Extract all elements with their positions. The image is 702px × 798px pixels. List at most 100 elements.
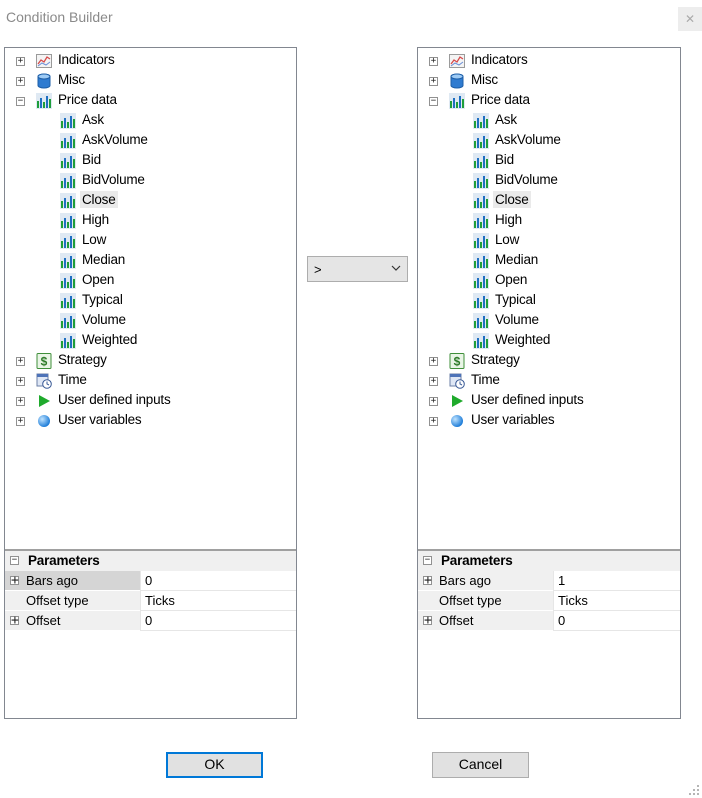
tree-node[interactable]: + Indicators: [5, 51, 296, 71]
left-tree-view[interactable]: + Indicators + Misc − Price data Ask AskVolume B…: [5, 48, 296, 549]
bar-chart-icon: [473, 113, 489, 129]
tree-node[interactable]: Ask: [418, 111, 680, 131]
property-value-cell[interactable]: Ticks: [140, 591, 296, 611]
tree-node[interactable]: + Misc: [418, 71, 680, 91]
tree-node[interactable]: Open: [5, 271, 296, 291]
bar-chart-icon: [473, 333, 489, 349]
property-row[interactable]: + Bars ago 1: [418, 571, 680, 591]
tree-node-label: Strategy: [58, 352, 107, 367]
expand-icon[interactable]: +: [429, 357, 438, 366]
property-value-cell[interactable]: 0: [553, 611, 680, 631]
expand-icon[interactable]: +: [423, 574, 432, 587]
tree-node[interactable]: + User variables: [418, 411, 680, 431]
tree-node[interactable]: Close: [5, 191, 296, 211]
tree-node-label: Median: [495, 252, 539, 267]
parameters-category-header[interactable]: − Parameters: [5, 551, 296, 571]
property-value-cell[interactable]: 0: [140, 611, 296, 631]
tree-node[interactable]: High: [418, 211, 680, 231]
tree-node[interactable]: BidVolume: [418, 171, 680, 191]
expand-icon[interactable]: +: [16, 397, 25, 406]
tree-node-label: Price data: [471, 92, 530, 107]
expand-icon[interactable]: +: [429, 57, 438, 66]
tree-node[interactable]: + User variables: [5, 411, 296, 431]
tree-node[interactable]: + $ Strategy: [5, 351, 296, 371]
expand-icon[interactable]: +: [423, 614, 432, 627]
property-value-cell[interactable]: 1: [553, 571, 680, 591]
database-icon: [36, 73, 52, 89]
collapse-icon[interactable]: −: [423, 556, 432, 565]
property-row[interactable]: Offset type Ticks: [418, 591, 680, 611]
operator-dropdown[interactable]: >: [307, 256, 408, 282]
expand-icon[interactable]: +: [16, 417, 25, 426]
tree-node[interactable]: + User defined inputs: [5, 391, 296, 411]
tree-node[interactable]: Ask: [5, 111, 296, 131]
cancel-button[interactable]: Cancel: [432, 752, 529, 778]
tree-node-label: Time: [471, 372, 500, 387]
tree-node[interactable]: + Indicators: [418, 51, 680, 71]
tree-node-label: Volume: [495, 312, 539, 327]
tree-node-label: User defined inputs: [471, 392, 584, 407]
property-value: 0: [145, 573, 153, 588]
expand-icon[interactable]: +: [16, 77, 25, 86]
resize-grip-icon[interactable]: [688, 784, 700, 796]
tree-node[interactable]: Open: [418, 271, 680, 291]
expand-icon[interactable]: +: [429, 77, 438, 86]
expand-icon[interactable]: +: [429, 397, 438, 406]
tree-node[interactable]: + Time: [5, 371, 296, 391]
tree-node[interactable]: Median: [5, 251, 296, 271]
expand-icon[interactable]: +: [10, 614, 19, 627]
expand-icon[interactable]: +: [16, 357, 25, 366]
tree-node[interactable]: Weighted: [5, 331, 296, 351]
tree-node[interactable]: − Price data: [5, 91, 296, 111]
tree-node-label: Misc: [471, 72, 498, 87]
ok-button[interactable]: OK: [166, 752, 263, 778]
property-row[interactable]: + Bars ago 0: [5, 571, 296, 591]
tree-node[interactable]: BidVolume: [5, 171, 296, 191]
property-row[interactable]: + Offset 0: [418, 611, 680, 631]
expand-icon[interactable]: +: [10, 574, 19, 587]
tree-node[interactable]: Low: [418, 231, 680, 251]
tree-node[interactable]: AskVolume: [5, 131, 296, 151]
tree-node[interactable]: + Time: [418, 371, 680, 391]
tree-node[interactable]: Typical: [418, 291, 680, 311]
property-row[interactable]: Offset type Ticks: [5, 591, 296, 611]
tree-node[interactable]: AskVolume: [418, 131, 680, 151]
operator-value: >: [314, 262, 322, 277]
close-button[interactable]: ✕: [678, 7, 702, 31]
bar-chart-icon: [60, 233, 76, 249]
expand-icon[interactable]: +: [429, 377, 438, 386]
tree-node[interactable]: Low: [5, 231, 296, 251]
tree-node[interactable]: Typical: [5, 291, 296, 311]
tree-node-label: Low: [82, 232, 107, 247]
tree-node[interactable]: Bid: [5, 151, 296, 171]
property-value-cell[interactable]: 0: [140, 571, 296, 591]
tree-node[interactable]: + $ Strategy: [418, 351, 680, 371]
expand-icon[interactable]: +: [429, 417, 438, 426]
property-name-cell: + Offset: [418, 611, 553, 631]
collapse-icon[interactable]: −: [16, 97, 25, 106]
tree-node[interactable]: Volume: [5, 311, 296, 331]
tree-node[interactable]: + Misc: [5, 71, 296, 91]
tree-node[interactable]: − Price data: [418, 91, 680, 111]
expand-icon[interactable]: +: [16, 377, 25, 386]
bar-chart-icon: [473, 173, 489, 189]
property-row[interactable]: + Offset 0: [5, 611, 296, 631]
property-value: Ticks: [145, 593, 175, 608]
parameters-category-header[interactable]: − Parameters: [418, 551, 680, 571]
sphere-icon: [36, 413, 52, 429]
tree-node[interactable]: Median: [418, 251, 680, 271]
right-tree-view[interactable]: + Indicators + Misc − Price data Ask AskVolume B…: [418, 48, 680, 549]
collapse-icon[interactable]: −: [429, 97, 438, 106]
tree-node[interactable]: + User defined inputs: [418, 391, 680, 411]
bar-chart-icon: [60, 173, 76, 189]
svg-text:$: $: [41, 355, 48, 369]
left-parameters-grid: − Parameters + Bars ago 0 Offset type Ticks + Of…: [5, 549, 296, 718]
tree-node[interactable]: High: [5, 211, 296, 231]
property-value-cell[interactable]: Ticks: [553, 591, 680, 611]
tree-node[interactable]: Volume: [418, 311, 680, 331]
expand-icon[interactable]: +: [16, 57, 25, 66]
tree-node[interactable]: Bid: [418, 151, 680, 171]
tree-node[interactable]: Weighted: [418, 331, 680, 351]
collapse-icon[interactable]: −: [10, 556, 19, 565]
tree-node[interactable]: Close: [418, 191, 680, 211]
